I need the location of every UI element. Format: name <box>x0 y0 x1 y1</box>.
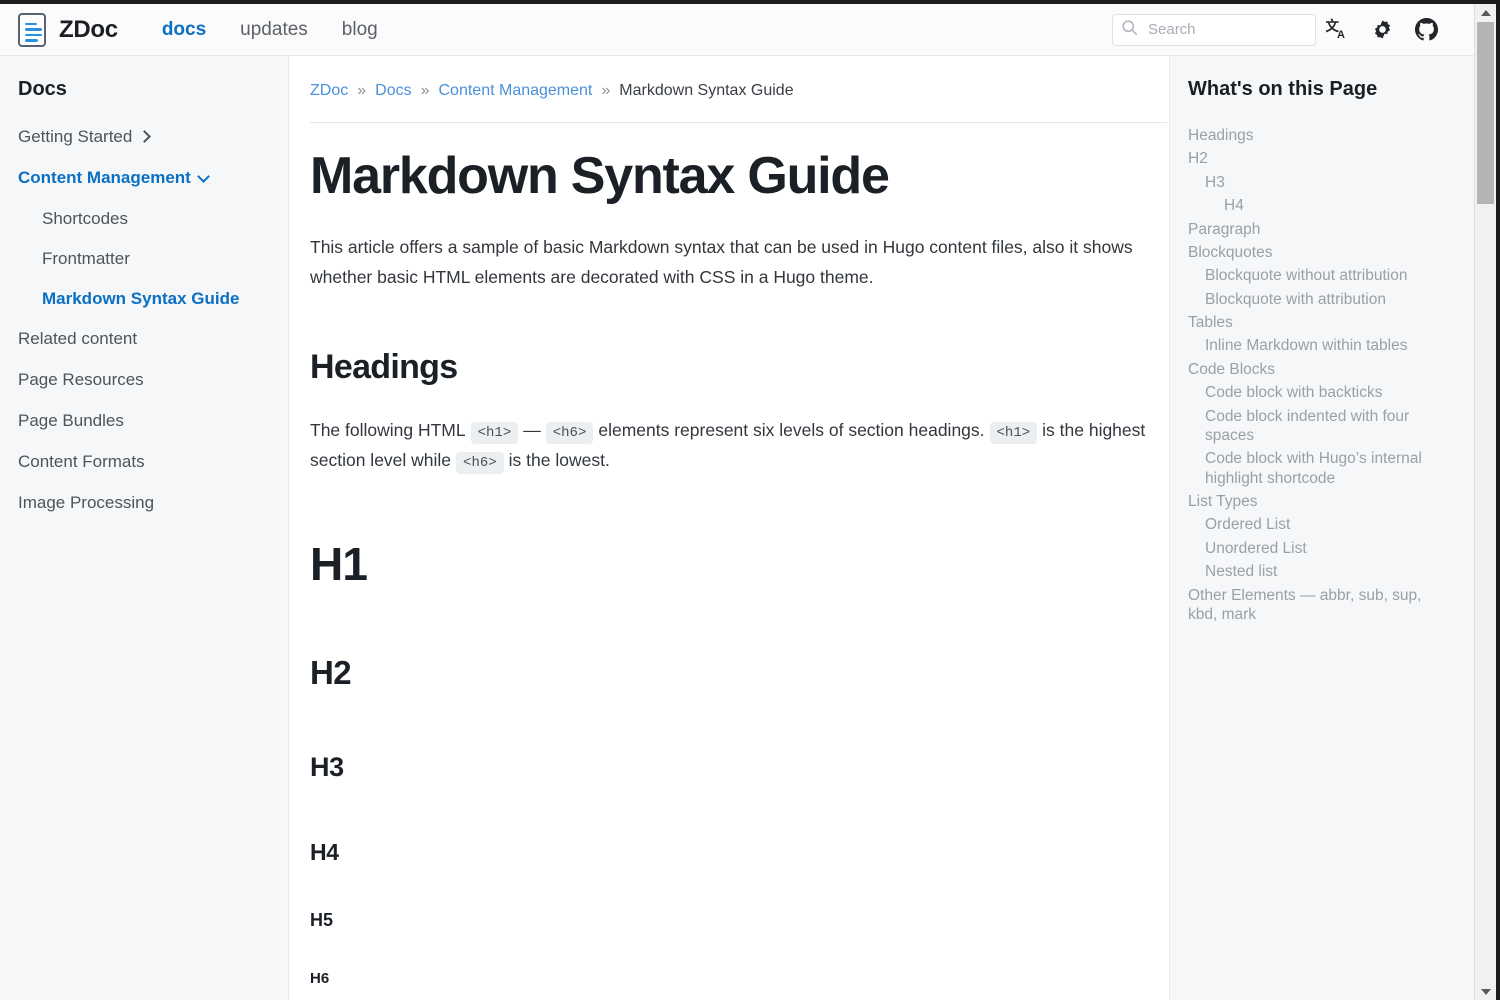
code-tag-h1-second: <h1> <box>990 422 1038 444</box>
sidebar-item-label: Image Processing <box>18 493 154 513</box>
breadcrumb-item-docs[interactable]: Docs <box>375 82 411 100</box>
sidebar-item-frontmatter[interactable]: Frontmatter <box>0 249 288 269</box>
sidebar-item-page-bundles[interactable]: Page Bundles <box>0 411 288 431</box>
breadcrumb-item-zdoc[interactable]: ZDoc <box>310 82 348 100</box>
page-body: Docs Getting Started Content Management … <box>0 56 1474 1000</box>
sidebar-item-page-resources[interactable]: Page Resources <box>0 370 288 390</box>
site-header: ZDoc docs updates blog 文 A <box>0 4 1474 56</box>
breadcrumb-separator: » <box>601 82 610 100</box>
sidebar-item-label: Getting Started <box>18 127 132 147</box>
scroll-down-arrow-icon <box>1481 989 1491 995</box>
page-scrollbar[interactable] <box>1474 4 1496 1000</box>
breadcrumb-item-current: Markdown Syntax Guide <box>619 82 793 100</box>
breadcrumb-item-content-management[interactable]: Content Management <box>439 82 593 100</box>
topnav-link-blog[interactable]: blog <box>342 19 378 41</box>
scroll-down-arrow-button[interactable] <box>1475 983 1496 1000</box>
gear-icon[interactable] <box>1360 10 1404 50</box>
topnav-link-updates[interactable]: updates <box>240 19 308 41</box>
toc-link-code-block-hugo-highlight-shortcode[interactable]: Code block with Hugo’s internal highligh… <box>1188 449 1434 488</box>
sidebar-item-label: Markdown Syntax Guide <box>42 289 239 309</box>
toc-link-blockquote-with-attribution[interactable]: Blockquote with attribution <box>1188 290 1434 309</box>
sample-heading-h4: H4 <box>310 839 1149 866</box>
sample-heading-h2: H2 <box>310 654 1149 692</box>
sample-heading-h5: H5 <box>310 910 1149 931</box>
github-icon[interactable] <box>1404 10 1448 50</box>
scrollbar-thumb[interactable] <box>1477 22 1494 204</box>
chevron-down-icon <box>197 170 210 183</box>
sidebar-item-getting-started[interactable]: Getting Started <box>0 127 288 147</box>
sidebar-item-content-management[interactable]: Content Management <box>0 168 288 188</box>
toc-link-headings[interactable]: Headings <box>1188 126 1434 145</box>
code-tag-h6-open: <h6> <box>546 422 594 444</box>
table-of-contents: What's on this Page Headings H2 H3 H4 Pa… <box>1170 56 1474 1000</box>
toc-link-nested-list[interactable]: Nested list <box>1188 562 1434 581</box>
sidebar-item-content-formats[interactable]: Content Formats <box>0 452 288 472</box>
brand-home-link[interactable]: ZDoc <box>18 13 118 47</box>
topnav-link-docs[interactable]: docs <box>162 19 206 41</box>
toc-link-tables[interactable]: Tables <box>1188 313 1434 332</box>
breadcrumb: ZDoc » Docs » Content Management » Markd… <box>310 82 1149 100</box>
sidebar-title: Docs <box>0 78 288 101</box>
breadcrumb-separator: » <box>357 82 366 100</box>
toc-link-h3[interactable]: H3 <box>1188 173 1434 192</box>
code-tag-h6-second: <h6> <box>456 452 504 474</box>
toc-link-code-blocks[interactable]: Code Blocks <box>1188 360 1434 379</box>
sidebar-item-label: Page Resources <box>18 370 144 390</box>
scroll-up-arrow-icon <box>1481 10 1491 16</box>
browser-viewport: ZDoc docs updates blog 文 A <box>0 0 1500 1000</box>
toc-link-blockquote-without-attribution[interactable]: Blockquote without attribution <box>1188 266 1434 285</box>
toc-link-h4[interactable]: H4 <box>1188 196 1434 215</box>
sidebar-item-label: Shortcodes <box>42 209 128 229</box>
toc-title: What's on this Page <box>1188 78 1454 101</box>
code-tag-h1-open: <h1> <box>471 422 519 444</box>
breadcrumb-divider <box>310 122 1167 123</box>
top-navigation: docs updates blog <box>162 19 378 41</box>
translate-icon[interactable]: 文 A <box>1316 10 1360 50</box>
sidebar-item-markdown-syntax-guide[interactable]: Markdown Syntax Guide <box>0 289 288 309</box>
docs-sidebar: Docs Getting Started Content Management … <box>0 56 289 1000</box>
sidebar-item-label: Frontmatter <box>42 249 130 269</box>
toc-link-ordered-list[interactable]: Ordered List <box>1188 515 1434 534</box>
search-icon <box>1121 19 1138 41</box>
page-title: Markdown Syntax Guide <box>310 149 1149 204</box>
sidebar-item-label: Related content <box>18 329 137 349</box>
toc-link-code-block-with-backticks[interactable]: Code block with backticks <box>1188 383 1434 402</box>
document-icon <box>18 13 46 47</box>
svg-text:A: A <box>1337 29 1345 41</box>
toc-link-code-block-indented-four-spaces[interactable]: Code block indented with four spaces <box>1188 407 1434 446</box>
scroll-up-arrow-button[interactable] <box>1475 4 1496 21</box>
toc-link-unordered-list[interactable]: Unordered List <box>1188 539 1434 558</box>
sidebar-item-label: Page Bundles <box>18 411 124 431</box>
search-input[interactable] <box>1146 20 1306 39</box>
sample-heading-h3: H3 <box>310 752 1149 783</box>
para-dash: — <box>523 420 541 440</box>
sidebar-item-related-content[interactable]: Related content <box>0 329 288 349</box>
brand-name: ZDoc <box>59 16 118 44</box>
toc-link-other-elements[interactable]: Other Elements — abbr, sub, sup, kbd, ma… <box>1188 586 1434 625</box>
sidebar-item-shortcodes[interactable]: Shortcodes <box>0 209 288 229</box>
breadcrumb-separator: » <box>421 82 430 100</box>
para-text-1: The following HTML <box>310 420 466 440</box>
toc-link-inline-markdown-within-tables[interactable]: Inline Markdown within tables <box>1188 336 1434 355</box>
sidebar-item-label: Content Formats <box>18 452 145 472</box>
toc-link-paragraph[interactable]: Paragraph <box>1188 220 1434 239</box>
headings-description-paragraph: The following HTML<h1>—<h6>elements repr… <box>310 415 1149 475</box>
intro-paragraph: This article offers a sample of basic Ma… <box>310 232 1149 292</box>
sidebar-item-image-processing[interactable]: Image Processing <box>0 493 288 513</box>
section-heading-headings: Headings <box>310 348 1149 387</box>
sidebar-item-label: Content Management <box>18 168 191 188</box>
chevron-right-icon <box>138 130 151 143</box>
toc-link-blockquotes[interactable]: Blockquotes <box>1188 243 1434 262</box>
sample-heading-h6: H6 <box>310 970 1149 987</box>
para-text-2: elements represent six levels of section… <box>598 420 984 440</box>
sample-heading-h1: H1 <box>310 537 1149 591</box>
toc-link-list-types[interactable]: List Types <box>1188 492 1434 511</box>
main-content: ZDoc » Docs » Content Management » Markd… <box>289 56 1170 1000</box>
header-actions: 文 A <box>1112 10 1474 50</box>
para-text-4: is the lowest. <box>509 450 610 470</box>
toc-link-h2[interactable]: H2 <box>1188 149 1434 168</box>
search-box[interactable] <box>1112 14 1316 46</box>
